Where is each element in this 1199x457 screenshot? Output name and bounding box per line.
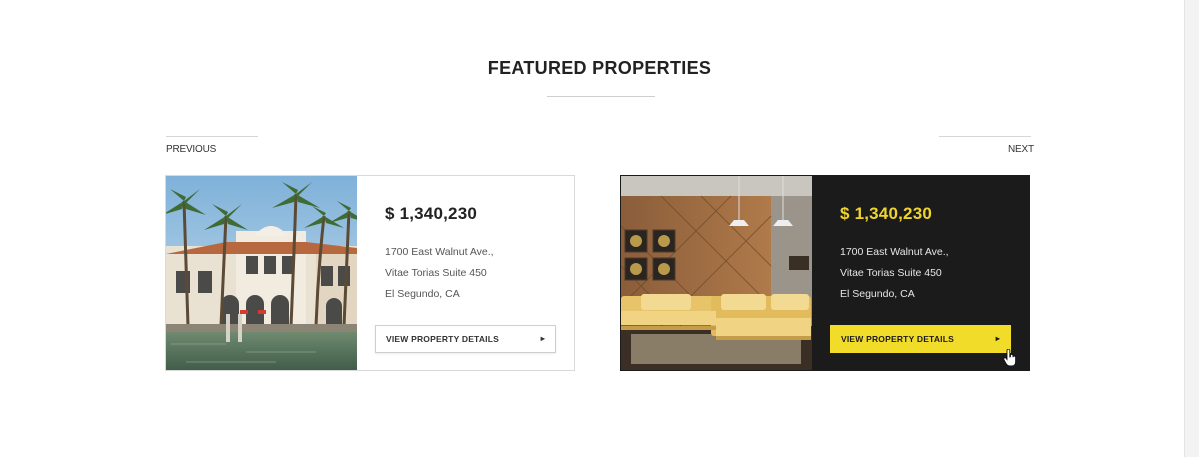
view-property-details-button[interactable]: VIEW PROPERTY DETAILS ▸ (375, 325, 556, 353)
property-photo-interior[interactable] (621, 176, 812, 370)
property-address: 1700 East Walnut Ave., Vitae Torias Suit… (385, 242, 494, 305)
button-label: VIEW PROPERTY DETAILS (841, 334, 954, 344)
property-card: $ 1,340,230 1700 East Walnut Ave., Vitae… (620, 175, 1030, 371)
button-label: VIEW PROPERTY DETAILS (386, 334, 499, 344)
address-line-2: Vitae Torias Suite 450 (840, 267, 942, 279)
property-info: $ 1,340,230 1700 East Walnut Ave., Vitae… (812, 176, 1029, 370)
address-line-3: El Segundo, CA (385, 288, 460, 300)
view-property-details-button[interactable]: VIEW PROPERTY DETAILS ▸ (830, 325, 1011, 353)
address-line-3: El Segundo, CA (840, 288, 915, 300)
next-link[interactable]: NEXT (1008, 144, 1034, 155)
property-address: 1700 East Walnut Ave., Vitae Torias Suit… (840, 242, 949, 305)
property-price: $ 1,340,230 (840, 204, 933, 223)
chevron-right-icon: ▸ (540, 334, 545, 343)
section-title: FEATURED PROPERTIES (487, 58, 712, 78)
chevron-right-icon: ▸ (995, 334, 1000, 343)
property-photo-villa[interactable] (166, 176, 357, 370)
address-line-1: 1700 East Walnut Ave., (385, 246, 494, 258)
address-line-1: 1700 East Walnut Ave., (840, 246, 949, 258)
next-divider (939, 136, 1031, 137)
title-divider (547, 96, 655, 97)
property-card: $ 1,340,230 1700 East Walnut Ave., Vitae… (165, 175, 575, 371)
previous-divider (166, 136, 258, 137)
property-info: $ 1,340,230 1700 East Walnut Ave., Vitae… (357, 176, 574, 370)
previous-link[interactable]: PREVIOUS (166, 144, 216, 155)
hand-pointer-icon (1003, 349, 1017, 367)
address-line-2: Vitae Torias Suite 450 (385, 267, 487, 279)
property-price: $ 1,340,230 (385, 204, 478, 223)
